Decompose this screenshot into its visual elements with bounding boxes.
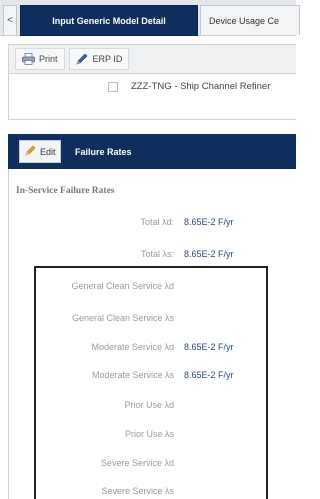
prior-use-ld-row: Prior Use λd <box>8 396 296 416</box>
erp-id-label: ERP ID <box>92 54 123 64</box>
list-item-checkbox[interactable] <box>108 82 118 92</box>
field-label: Total λs: <box>140 249 174 259</box>
erp-id-button[interactable]: ERP ID <box>68 48 130 70</box>
section-title: In-Service Failure Rates <box>16 186 115 196</box>
print-button[interactable]: Print <box>15 48 65 70</box>
general-clean-ls-row: General Clean Service λs <box>8 309 296 329</box>
total-ls-row: Total λs: 8.65E-2 F/yr <box>8 245 296 265</box>
chevron-left-icon: < <box>7 15 13 26</box>
moderate-ls-row: Moderate Service λs 8.65E-2 F/yr <box>8 366 296 386</box>
field-label: General Clean Service λs <box>71 313 174 323</box>
pencil-icon <box>76 53 89 65</box>
field-label: Total λd: <box>140 217 174 227</box>
field-label: Severe Service λs <box>101 486 174 496</box>
tab-scroll-left-button[interactable]: < <box>3 5 17 35</box>
tab-label: Device Usage Ce <box>209 15 280 26</box>
field-label: Prior Use λd <box>124 400 174 410</box>
failure-rates-header: Edit Failure Rates <box>8 134 296 169</box>
moderate-ld-row: Moderate Service λd 8.65E-2 F/yr <box>8 338 296 358</box>
tab-bar: < Input Generic Model Detail Device Usag… <box>0 0 300 36</box>
field-value: 8.65E-2 F/yr <box>184 249 234 259</box>
related-list: ZZZ-TNG - Ship Channel Refiner <box>8 74 296 120</box>
severe-ld-row: Severe Service λd <box>8 454 296 474</box>
tab-input-generic-model-detail[interactable]: Input Generic Model Detail <box>20 5 198 36</box>
field-value: 8.65E-2 F/yr <box>184 217 234 227</box>
tab-label: Input Generic Model Detail <box>52 15 166 26</box>
field-label: Prior Use λs <box>124 429 174 439</box>
list-item[interactable]: ZZZ-TNG - Ship Channel Refiner <box>131 81 270 92</box>
severe-ls-row: Severe Service λs <box>8 482 296 499</box>
field-label: Moderate Service λd <box>91 342 174 352</box>
general-clean-ld-row: General Clean Service λd <box>8 277 296 297</box>
field-value: 8.65E-2 F/yr <box>184 370 234 380</box>
prior-use-ls-row: Prior Use λs <box>8 425 296 445</box>
tab-device-usage[interactable]: Device Usage Ce <box>200 5 300 35</box>
toolbar: Print ERP ID <box>8 44 296 74</box>
pencil-icon <box>25 145 36 158</box>
field-label: Moderate Service λs <box>91 370 174 380</box>
spacer <box>0 120 296 134</box>
edit-label: Edit <box>40 146 56 157</box>
field-label: General Clean Service λd <box>71 281 174 291</box>
field-label: Severe Service λd <box>100 458 174 468</box>
total-ld-row: Total λd: 8.65E-2 F/yr <box>8 213 296 233</box>
print-label: Print <box>39 54 58 64</box>
panel-title: Failure Rates <box>75 146 132 157</box>
field-value: 8.65E-2 F/yr <box>184 342 234 352</box>
edit-button[interactable]: Edit <box>19 140 61 163</box>
printer-icon <box>22 53 35 65</box>
